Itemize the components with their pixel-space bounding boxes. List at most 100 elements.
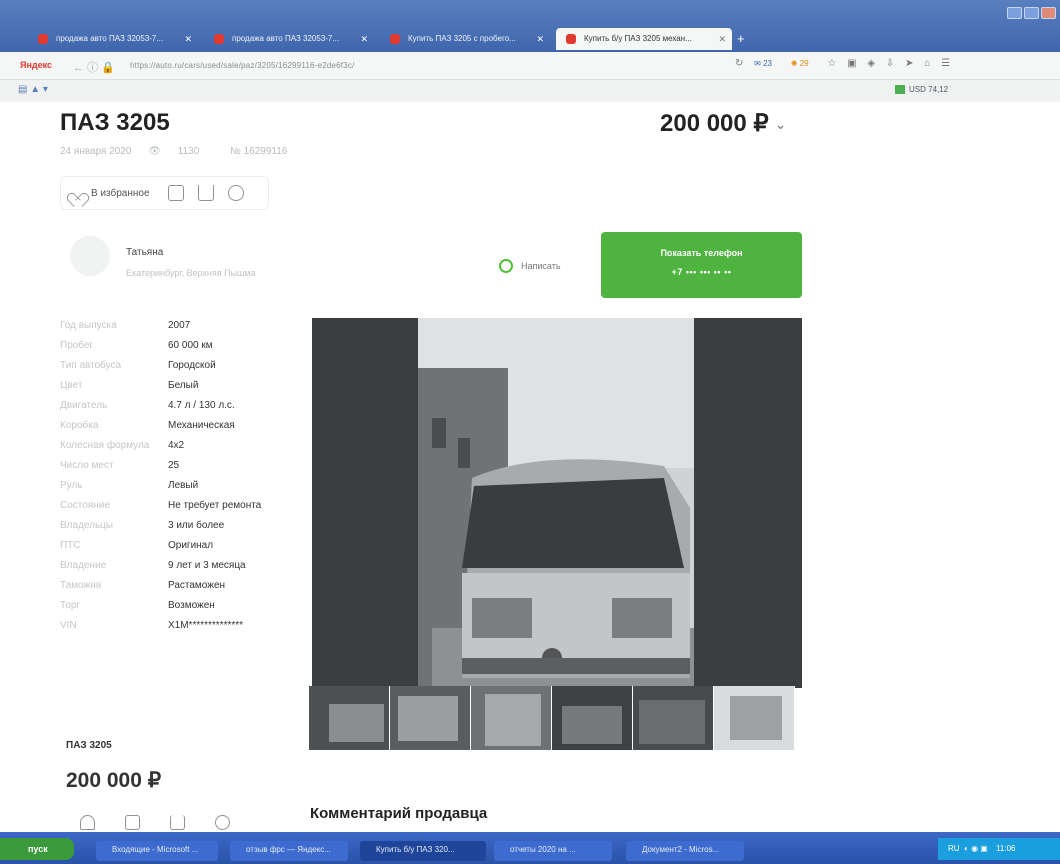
taskbar-item[interactable]: отзыв фрс — Яндекс... [230, 841, 348, 861]
spec-row: Год выпуска 2007 [60, 320, 300, 332]
spec-row: Тип автобуса Городской [60, 360, 300, 372]
minimize-button[interactable] [1007, 7, 1022, 19]
tab-favicon-icon [566, 34, 576, 44]
seller-name[interactable]: Татьяна [126, 247, 163, 258]
menu-icon[interactable]: ☰ [941, 58, 950, 69]
mail-counter[interactable]: ✉ 23 [754, 59, 780, 68]
close-tab-icon[interactable]: ✕ [536, 28, 544, 50]
chevron-down-icon[interactable]: ⌄ [775, 116, 787, 132]
thumbnail[interactable] [309, 686, 390, 750]
start-button[interactable]: пуск [0, 838, 74, 860]
eye-icon: 👁 [148, 146, 161, 157]
taskbar-item-active[interactable]: Купить б/у ПАЗ 320... [360, 841, 486, 861]
heart-icon [71, 187, 85, 200]
tab-label: продажа авто ПАЗ 32053-7... [232, 34, 340, 43]
close-tab-icon[interactable]: ✕ [718, 28, 726, 50]
bookmarks-icon[interactable]: ▤ ▲ ▾ [18, 84, 48, 95]
share-icon[interactable] [197, 185, 214, 201]
sticky-price: 200 000 ₽ [66, 769, 162, 792]
shield-icon[interactable]: ◈ [867, 58, 875, 69]
clipboard-icon[interactable]: ▣ [847, 58, 856, 69]
back-arrow-icon[interactable]: ← ⓘ 🔒 [73, 59, 115, 75]
share-icon[interactable] [170, 815, 185, 830]
taskbar-item[interactable]: Документ2 - Micros... [626, 841, 744, 861]
spec-value: Оригинал [168, 540, 214, 551]
listing-price[interactable]: 200 000 ₽ ⌄ [660, 109, 786, 138]
spec-value: X1M************** [168, 620, 244, 631]
spec-row: Руль Левый [60, 480, 300, 492]
taskbar-item[interactable]: отчеты 2020 на ... [494, 841, 612, 861]
browser-tab[interactable]: продажа авто ПАЗ 32053-7... ✕ [204, 28, 374, 50]
spec-key: Число мест [60, 460, 114, 471]
spec-value: 9 лет и 3 месяца [168, 560, 246, 571]
heart-icon[interactable] [80, 815, 95, 830]
thumbnail[interactable] [633, 686, 714, 750]
listing-date: 24 января 2020 [60, 146, 132, 157]
bookmark-star-icon[interactable]: ☆ [827, 58, 836, 69]
tab-favicon-icon [38, 34, 48, 44]
listing-page: ПАЗ 3205 200 000 ₽ ⌄ 24 января 2020 👁 113… [0, 102, 1060, 832]
seller-location: Екатеринбург, Верхняя Пышма [126, 268, 256, 278]
browser-tab[interactable]: продажа авто ПАЗ 32053-7... ✕ [28, 28, 198, 50]
show-phone-button[interactable]: Показать телефон +7 ••• ••• •• •• [601, 232, 802, 298]
thumbnail[interactable] [471, 686, 552, 750]
spec-row: Торг Возможен [60, 600, 300, 612]
spec-key: Таможня [60, 580, 102, 591]
system-tray: RU ◐ ◉ ▣ 11:06 [938, 838, 1060, 860]
thumbnail[interactable] [714, 686, 795, 750]
url-field[interactable]: https://auto.ru/cars/used/sale/paz/3205/… [130, 61, 355, 70]
block-icon[interactable] [215, 815, 230, 830]
spec-row: ПТС Оригинал [60, 540, 300, 552]
spec-row: Пробег 60 000 км [60, 340, 300, 352]
spec-key: Колесная формула [60, 440, 150, 451]
spec-key: Владельцы [60, 520, 114, 531]
phone-masked: +7 ••• ••• •• •• [671, 267, 732, 277]
show-phone-label: Показать телефон [660, 248, 743, 258]
write-button[interactable]: Написать [499, 259, 561, 273]
download-icon[interactable]: ⇩ [886, 58, 894, 69]
taskbar-item[interactable]: Входящие - Microsoft ... [96, 841, 218, 861]
thumbnail[interactable] [552, 686, 633, 750]
new-tab-button[interactable]: + [737, 31, 745, 46]
spec-row: Двигатель 4.7 л / 130 л.с. [60, 400, 300, 412]
spec-value: 60 000 км [168, 340, 213, 351]
maximize-button[interactable] [1024, 7, 1039, 19]
spec-value: Механическая [168, 420, 235, 431]
main-photo[interactable] [312, 318, 802, 688]
currency-widget[interactable]: USD 74,12 [895, 85, 948, 94]
close-tab-icon[interactable]: ✕ [360, 28, 368, 50]
note-icon[interactable] [167, 185, 184, 201]
browser-toolbar: ↻ ✉ 23 ✺ 29 ☆ ▣ ◈ ⇩ ➤ ⌂ ☰ [735, 58, 958, 69]
spec-row: Колесная формула 4x2 [60, 440, 300, 452]
language-indicator[interactable]: RU [948, 844, 960, 853]
listing-actions: В избранное [60, 176, 269, 210]
listing-views: 👁 1130 [148, 146, 200, 157]
spec-key: Торг [60, 600, 81, 611]
tab-label: Купить ПАЗ 3205 с пробего... [408, 34, 516, 43]
spec-key: Пробег [60, 340, 94, 351]
block-icon[interactable] [227, 185, 244, 201]
send-icon[interactable]: ➤ [905, 58, 913, 69]
tray-icons[interactable]: ◐ ◉ ▣ [962, 844, 988, 853]
browser-tab[interactable]: Купить ПАЗ 3205 с пробего... ✕ [380, 28, 550, 50]
spec-value[interactable]: Городской [168, 360, 216, 372]
spec-row: Состояние Не требует ремонта [60, 500, 300, 512]
yandex-logo[interactable]: Яндекс [20, 60, 52, 70]
spec-value: Растаможен [168, 580, 226, 591]
favorite-button[interactable]: В избранное [71, 187, 150, 200]
thumbnail[interactable] [390, 686, 471, 750]
spec-value: 4x2 [168, 440, 185, 451]
window-controls [1005, 6, 1056, 24]
close-window-button[interactable] [1041, 7, 1056, 19]
close-tab-icon[interactable]: ✕ [184, 28, 192, 50]
note-icon[interactable] [125, 815, 140, 830]
notifications-counter[interactable]: ✺ 29 [791, 59, 817, 68]
sticky-title: ПАЗ 3205 [66, 740, 112, 751]
browser-tab-active[interactable]: Купить б/у ПАЗ 3205 механ... ✕ [556, 28, 732, 50]
spec-key: Двигатель [60, 400, 108, 411]
avatar[interactable] [70, 236, 110, 276]
listing-meta: 24 января 2020 👁 1130 № 16299116 [60, 146, 301, 157]
reload-icon[interactable]: ↻ [735, 58, 743, 69]
cart-icon[interactable]: ⌂ [924, 58, 930, 69]
spec-row: Таможня Растаможен [60, 580, 300, 592]
